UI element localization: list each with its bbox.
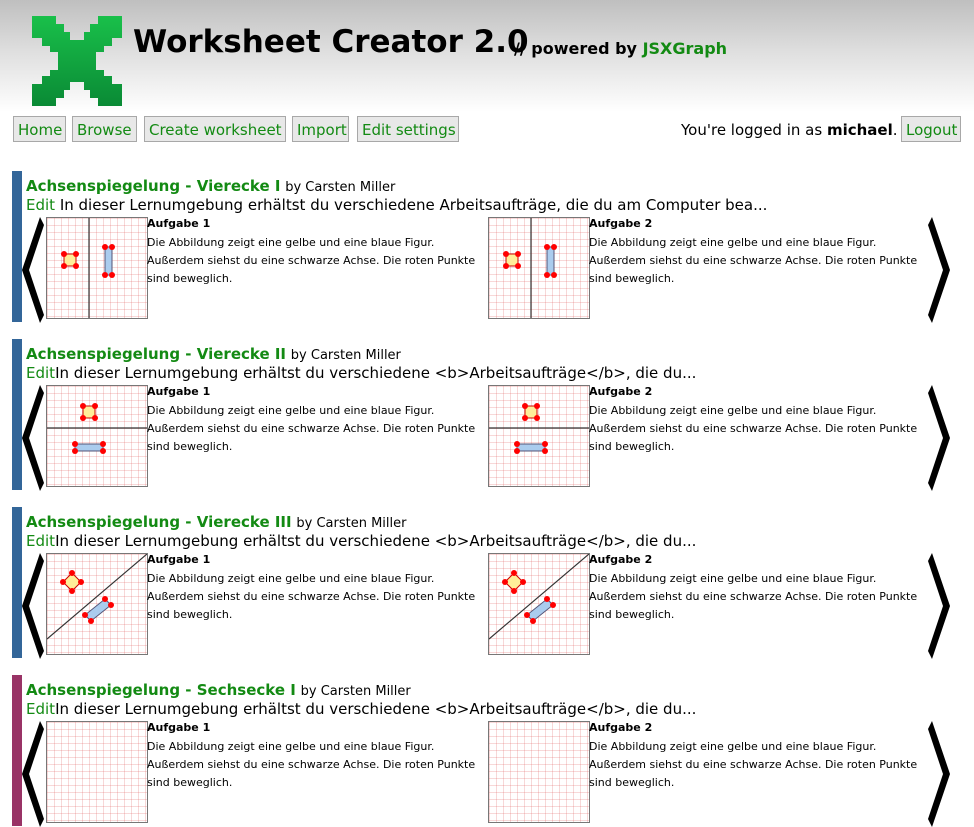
task-title: Aufgabe 2: [589, 553, 653, 566]
worksheet-heading: Achsenspiegelung - Vierecke III by Carst…: [26, 513, 406, 531]
login-prefix: You're logged in as: [681, 121, 823, 139]
task-text: Die Abbildung zeigt eine gelbe und eine …: [147, 740, 476, 789]
task-text: Die Abbildung zeigt eine gelbe und eine …: [589, 572, 918, 621]
worksheet-description: In dieser Lernumgebung erhältst du versc…: [55, 532, 697, 550]
task-text: Die Abbildung zeigt eine gelbe und eine …: [589, 236, 918, 285]
worksheet-author: by Carsten Miller: [285, 180, 396, 195]
worksheet-author: by Carsten Miller: [296, 516, 407, 531]
worksheet-description: In dieser Lernumgebung erhältst du versc…: [55, 196, 768, 214]
geometry-figure-icon: [47, 554, 147, 640]
app-title: Worksheet Creator 2.0: [133, 24, 529, 60]
task-title: Aufgabe 1: [147, 385, 211, 398]
geometry-figure-icon: [489, 554, 589, 640]
task-thumbnail[interactable]: [46, 553, 148, 655]
previous-task-arrow-icon[interactable]: [22, 217, 44, 323]
task-thumbnail[interactable]: [488, 553, 590, 655]
task-preview: Aufgabe 2 Die Abbildung zeigt eine gelbe …: [488, 385, 928, 487]
worksheet-title-link[interactable]: Achsenspiegelung - Vierecke II: [26, 345, 286, 363]
worksheet-description: In dieser Lernumgebung erhältst du versc…: [55, 364, 697, 382]
edit-link[interactable]: Edit: [26, 532, 55, 550]
login-suffix: .: [892, 121, 898, 139]
task-thumbnail[interactable]: [488, 385, 590, 487]
next-task-arrow-icon[interactable]: [928, 385, 950, 491]
task-title: Aufgabe 2: [589, 385, 653, 398]
next-task-arrow-icon[interactable]: [928, 217, 950, 323]
task-title: Aufgabe 2: [589, 217, 653, 230]
nav-create-worksheet-button[interactable]: Create worksheet: [144, 116, 286, 142]
worksheet-color-bar: [12, 507, 22, 658]
next-task-arrow-icon[interactable]: [928, 553, 950, 659]
logout-button[interactable]: Logout: [901, 116, 961, 142]
jsxgraph-link[interactable]: JSXGraph: [643, 39, 727, 58]
task-thumbnail[interactable]: [46, 217, 148, 319]
geometry-figure-icon: [47, 403, 147, 454]
geometry-figure-icon: [61, 218, 115, 318]
nav-home-button[interactable]: Home: [13, 116, 66, 142]
task-thumbnail[interactable]: [488, 721, 590, 823]
task-text: Die Abbildung zeigt eine gelbe und eine …: [147, 572, 476, 621]
previous-task-arrow-icon[interactable]: [22, 385, 44, 491]
geometry-figure-icon: [489, 403, 589, 454]
previous-task-arrow-icon[interactable]: [22, 553, 44, 659]
worksheet-card: Achsenspiegelung - Vierecke I by Carsten…: [12, 171, 974, 323]
worksheet-author: by Carsten Miller: [290, 348, 401, 363]
worksheet-card: Achsenspiegelung - Vierecke II by Carste…: [12, 339, 974, 491]
task-preview: Aufgabe 2 Die Abbildung zeigt eine gelbe …: [488, 217, 928, 319]
previous-task-arrow-icon[interactable]: [22, 721, 44, 827]
worksheet-heading: Achsenspiegelung - Vierecke I by Carsten…: [26, 177, 395, 195]
task-thumbnail[interactable]: [46, 721, 148, 823]
worksheet-description: In dieser Lernumgebung erhältst du versc…: [55, 700, 697, 718]
task-title: Aufgabe 2: [589, 721, 653, 734]
worksheet-color-bar: [12, 171, 22, 322]
worksheet-color-bar: [12, 675, 22, 826]
powered-by-prefix: // powered by: [514, 39, 637, 58]
page-header: Worksheet Creator 2.0 // powered by JSXG…: [0, 0, 974, 112]
task-preview: Aufgabe 2 Die Abbildung zeigt eine gelbe …: [488, 721, 928, 823]
geometry-figure-icon: [489, 722, 589, 822]
task-text: Die Abbildung zeigt eine gelbe und eine …: [589, 404, 918, 453]
task-title: Aufgabe 1: [147, 721, 211, 734]
jsxgraph-x-logo-icon[interactable]: [32, 16, 122, 106]
next-task-arrow-icon[interactable]: [928, 721, 950, 827]
task-preview: Aufgabe 2 Die Abbildung zeigt eine gelbe …: [488, 553, 928, 655]
nav-import-button[interactable]: Import: [292, 116, 349, 142]
worksheet-title-link[interactable]: Achsenspiegelung - Vierecke I: [26, 177, 280, 195]
geometry-figure-icon: [47, 722, 147, 822]
edit-link[interactable]: Edit: [26, 700, 55, 718]
worksheet-description-row: EditIn dieser Lernumgebung erhältst du v…: [26, 532, 696, 550]
edit-link[interactable]: Edit: [26, 364, 55, 382]
task-thumbnail[interactable]: [488, 217, 590, 319]
worksheet-description-row: EditIn dieser Lernumgebung erhältst du v…: [26, 700, 696, 718]
worksheet-card: Achsenspiegelung - Vierecke III by Carst…: [12, 507, 974, 659]
worksheet-author: by Carsten Miller: [300, 684, 411, 699]
task-thumbnail[interactable]: [46, 385, 148, 487]
worksheet-color-bar: [12, 339, 22, 490]
login-username: michael: [826, 121, 893, 139]
login-status: You're logged in as michael.: [681, 121, 898, 139]
worksheet-heading: Achsenspiegelung - Sechsecke I by Carste…: [26, 681, 411, 699]
task-text: Die Abbildung zeigt eine gelbe und eine …: [147, 236, 476, 285]
task-text: Die Abbildung zeigt eine gelbe und eine …: [147, 404, 476, 453]
task-text: Die Abbildung zeigt eine gelbe und eine …: [589, 740, 918, 789]
task-preview: Aufgabe 1 Die Abbildung zeigt eine gelbe …: [46, 217, 486, 319]
worksheet-title-link[interactable]: Achsenspiegelung - Vierecke III: [26, 513, 292, 531]
worksheet-title-link[interactable]: Achsenspiegelung - Sechsecke I: [26, 681, 296, 699]
worksheet-description-row: EditIn dieser Lernumgebung erhältst du v…: [26, 364, 696, 382]
nav-browse-button[interactable]: Browse: [72, 116, 137, 142]
task-title: Aufgabe 1: [147, 553, 211, 566]
worksheet-description-row: Edit In dieser Lernumgebung erhältst du …: [26, 196, 767, 214]
powered-by: // powered by JSXGraph: [514, 39, 727, 58]
task-preview: Aufgabe 1 Die Abbildung zeigt eine gelbe …: [46, 553, 486, 655]
nav-edit-settings-button[interactable]: Edit settings: [357, 116, 459, 142]
worksheet-card: Achsenspiegelung - Sechsecke I by Carste…: [12, 675, 974, 827]
edit-link[interactable]: Edit: [26, 196, 55, 214]
geometry-figure-icon: [503, 218, 557, 318]
worksheet-heading: Achsenspiegelung - Vierecke II by Carste…: [26, 345, 401, 363]
task-title: Aufgabe 1: [147, 217, 211, 230]
task-preview: Aufgabe 1 Die Abbildung zeigt eine gelbe …: [46, 385, 486, 487]
task-preview: Aufgabe 1 Die Abbildung zeigt eine gelbe …: [46, 721, 486, 823]
